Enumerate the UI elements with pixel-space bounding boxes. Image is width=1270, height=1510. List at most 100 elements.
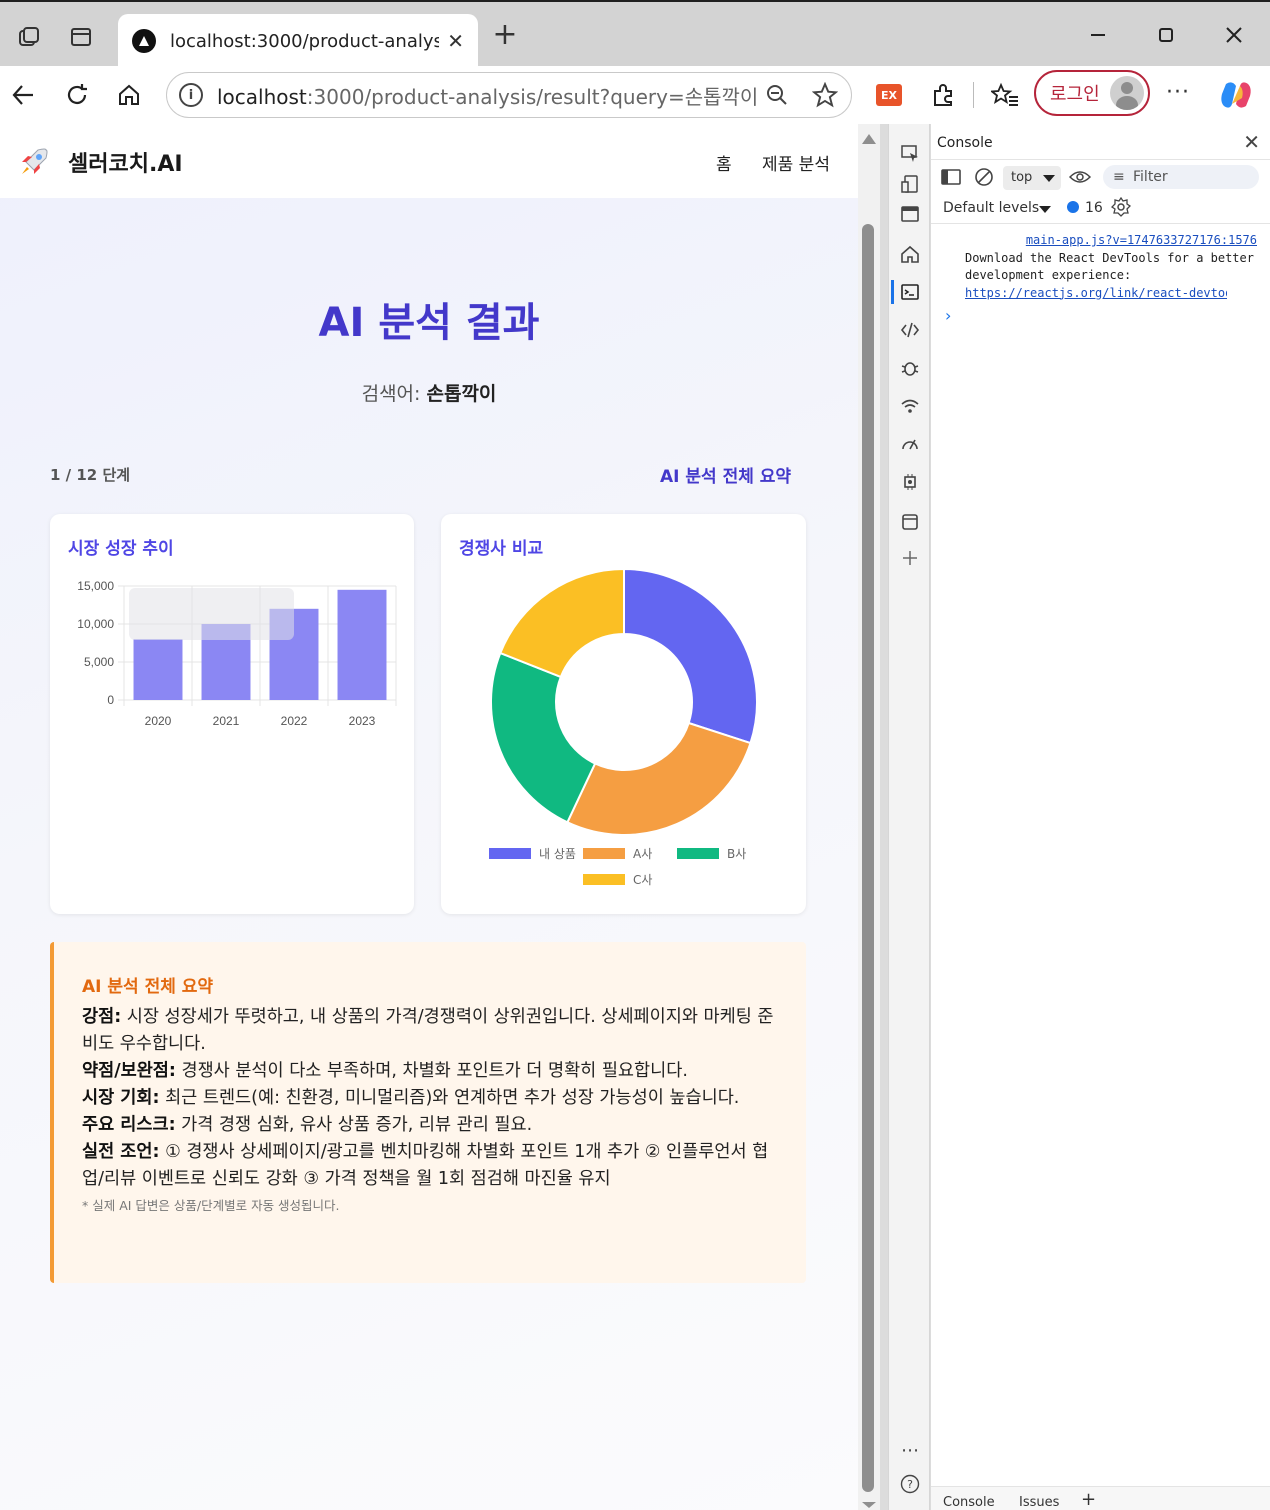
nav-product-analysis-link[interactable]: 제품 분석 — [762, 150, 830, 175]
device-emulation-icon[interactable] — [898, 172, 922, 196]
nav-home-link[interactable]: 홈 — [716, 150, 732, 175]
log-levels-dropdown[interactable]: Default levels — [943, 200, 1039, 216]
minimize-button[interactable] — [1078, 18, 1118, 52]
tab-favicon-icon — [132, 29, 156, 53]
live-expression-eye-icon[interactable] — [1068, 169, 1092, 189]
devtools-activity-bar: ⋯ ? — [888, 124, 930, 1510]
console-prompt[interactable]: › — [945, 306, 951, 325]
drawer-tabs: Console Issues + — [931, 1486, 1270, 1510]
close-window-button[interactable] — [1214, 18, 1254, 52]
login-label: 로그인 — [1050, 84, 1100, 105]
site-info-icon[interactable]: i — [179, 83, 203, 107]
console-filter-input[interactable]: ≡ Filter — [1103, 165, 1259, 189]
summary-opportunity: 시장 기회: 최근 트렌드(예: 친환경, 미니멀리즘)와 연계하면 추가 성장… — [82, 1088, 740, 1108]
page-title: AI 분석 결과 — [318, 300, 540, 346]
tab-bar: localhost:3000/product-analysis/r ✕ + — [0, 0, 1270, 68]
market-growth-title: 시장 성장 추이 — [68, 539, 174, 559]
console-toolbar: top ≡ Filter Default levels 16 — [931, 160, 1270, 224]
network-wifi-icon[interactable] — [898, 394, 922, 418]
favorites-list-icon[interactable] — [988, 78, 1022, 112]
x-tick-label: 2021 — [213, 714, 240, 728]
tab-title: localhost:3000/product-analysis/r — [169, 30, 440, 52]
summary-link[interactable]: AI 분석 전체 요약 — [660, 462, 791, 487]
elements-home-icon[interactable] — [898, 242, 922, 266]
devtools-splitter[interactable] — [880, 124, 888, 1510]
drawer-tab-issues[interactable]: Issues — [1019, 1495, 1059, 1510]
x-tick-label: 2023 — [349, 714, 376, 728]
inspect-element-icon[interactable] — [898, 142, 922, 166]
donut-slice — [566, 721, 752, 836]
message-count[interactable]: 16 — [1085, 200, 1103, 216]
message-count-icon — [1067, 201, 1079, 213]
profile-login-button[interactable]: 로그인 — [1034, 70, 1150, 116]
help-icon[interactable]: ? — [898, 1472, 922, 1496]
workspaces-icon[interactable] — [12, 20, 46, 54]
bar — [337, 589, 387, 700]
url-text: localhost:3000/product-analysis/result?q… — [217, 84, 757, 109]
step-indicator: 1 / 12 단계 — [50, 466, 131, 484]
more-options-icon[interactable]: ⋯ — [898, 1438, 922, 1462]
scrollbar-thumb[interactable] — [862, 224, 874, 1492]
browser-toolbar: i localhost:3000/product-analysis/result… — [0, 66, 1270, 124]
extensions-puzzle-icon[interactable] — [926, 78, 960, 112]
new-tab-button[interactable]: + — [490, 20, 520, 54]
reload-icon[interactable] — [60, 78, 94, 112]
scroll-down-arrow-icon[interactable] — [862, 1502, 876, 1508]
y-tick-label: 10,000 — [77, 617, 114, 631]
y-tick-label: 0 — [107, 693, 114, 707]
market-growth-chart: 0 5,000 10,000 15,000 2020 2021 2022 2023 — [77, 579, 397, 728]
tab-actions-icon[interactable] — [64, 20, 98, 54]
competitor-chart: 내 상품 A사 B사 C사 — [489, 567, 758, 887]
debugger-bug-icon[interactable] — [898, 356, 922, 380]
more-tools-plus-icon[interactable] — [898, 546, 922, 570]
scroll-up-arrow-icon[interactable] — [862, 134, 876, 144]
avatar-icon — [1110, 76, 1144, 110]
summary-risk: 주요 리스크: 가격 경쟁 심화, 유사 상품 증가, 리뷰 관리 필요. — [82, 1115, 533, 1135]
console-header: Console ✕ — [931, 124, 1270, 160]
settings-more-icon[interactable]: ··· — [1166, 80, 1190, 105]
add-drawer-tab-icon[interactable]: + — [1081, 1489, 1096, 1510]
search-query-line: 검색어: 손톱깍이 — [361, 383, 497, 405]
log-url-link[interactable]: https://reactjs.org/link/react-devtools — [965, 285, 1227, 303]
summary-weakness: 약점/보완점: 경쟁사 분석이 다소 부족하며, 차별화 포인트가 더 명확히 … — [82, 1061, 688, 1081]
application-panel-icon[interactable] — [898, 510, 922, 534]
brand-logo[interactable]: 셀러코치.AI — [68, 146, 183, 178]
x-tick-label: 2020 — [145, 714, 172, 728]
sources-code-icon[interactable] — [898, 318, 922, 342]
zoom-icon[interactable] — [763, 81, 791, 109]
close-devtools-icon[interactable]: ✕ — [1243, 130, 1260, 154]
console-tool-icon[interactable] — [898, 280, 922, 304]
legend-swatch — [489, 848, 531, 859]
back-icon[interactable] — [6, 78, 40, 112]
x-tick-label: 2022 — [281, 714, 308, 728]
context-select[interactable]: top — [1003, 166, 1061, 190]
extension-ex-icon[interactable]: EX — [876, 84, 902, 106]
copilot-icon[interactable] — [1220, 80, 1252, 110]
competitor-card: 내 상품 A사 B사 C사 경쟁사 비교 — [441, 514, 806, 914]
favorite-star-icon[interactable] — [811, 81, 839, 109]
legend-label: A사 — [633, 847, 652, 861]
sidebar-toggle-icon[interactable] — [941, 168, 961, 190]
console-settings-gear-icon[interactable] — [1110, 196, 1132, 221]
tab-close-icon[interactable]: ✕ — [447, 29, 464, 53]
clear-console-icon[interactable] — [973, 166, 995, 192]
drawer-tab-console[interactable]: Console — [943, 1495, 995, 1510]
legend-swatch — [677, 848, 719, 859]
summary-footnote: * 실제 AI 답변은 상품/단계별로 자동 생성됩니다. — [82, 1198, 340, 1213]
log-source-link[interactable]: main-app.js?v=1747633727176:1576 — [965, 232, 1265, 250]
svg-text:?: ? — [907, 1478, 913, 1491]
site-header: 셀러코치.AI 홈 제품 분석 — [0, 124, 858, 198]
memory-chip-icon[interactable] — [898, 470, 922, 494]
active-tab[interactable]: localhost:3000/product-analysis/r ✕ — [118, 14, 478, 68]
welcome-panel-icon[interactable] — [898, 202, 922, 226]
log-message: Download the React DevTools for a better… — [965, 250, 1254, 283]
performance-gauge-icon[interactable] — [898, 432, 922, 456]
home-icon[interactable] — [112, 78, 146, 112]
page-scrollbar[interactable] — [858, 124, 880, 1510]
legend-swatch — [583, 874, 625, 885]
address-bar[interactable]: i localhost:3000/product-analysis/result… — [166, 72, 852, 118]
legend-swatch — [583, 848, 625, 859]
donut-slice — [490, 651, 597, 824]
maximize-button[interactable] — [1146, 18, 1186, 52]
console-title: Console — [937, 135, 993, 151]
